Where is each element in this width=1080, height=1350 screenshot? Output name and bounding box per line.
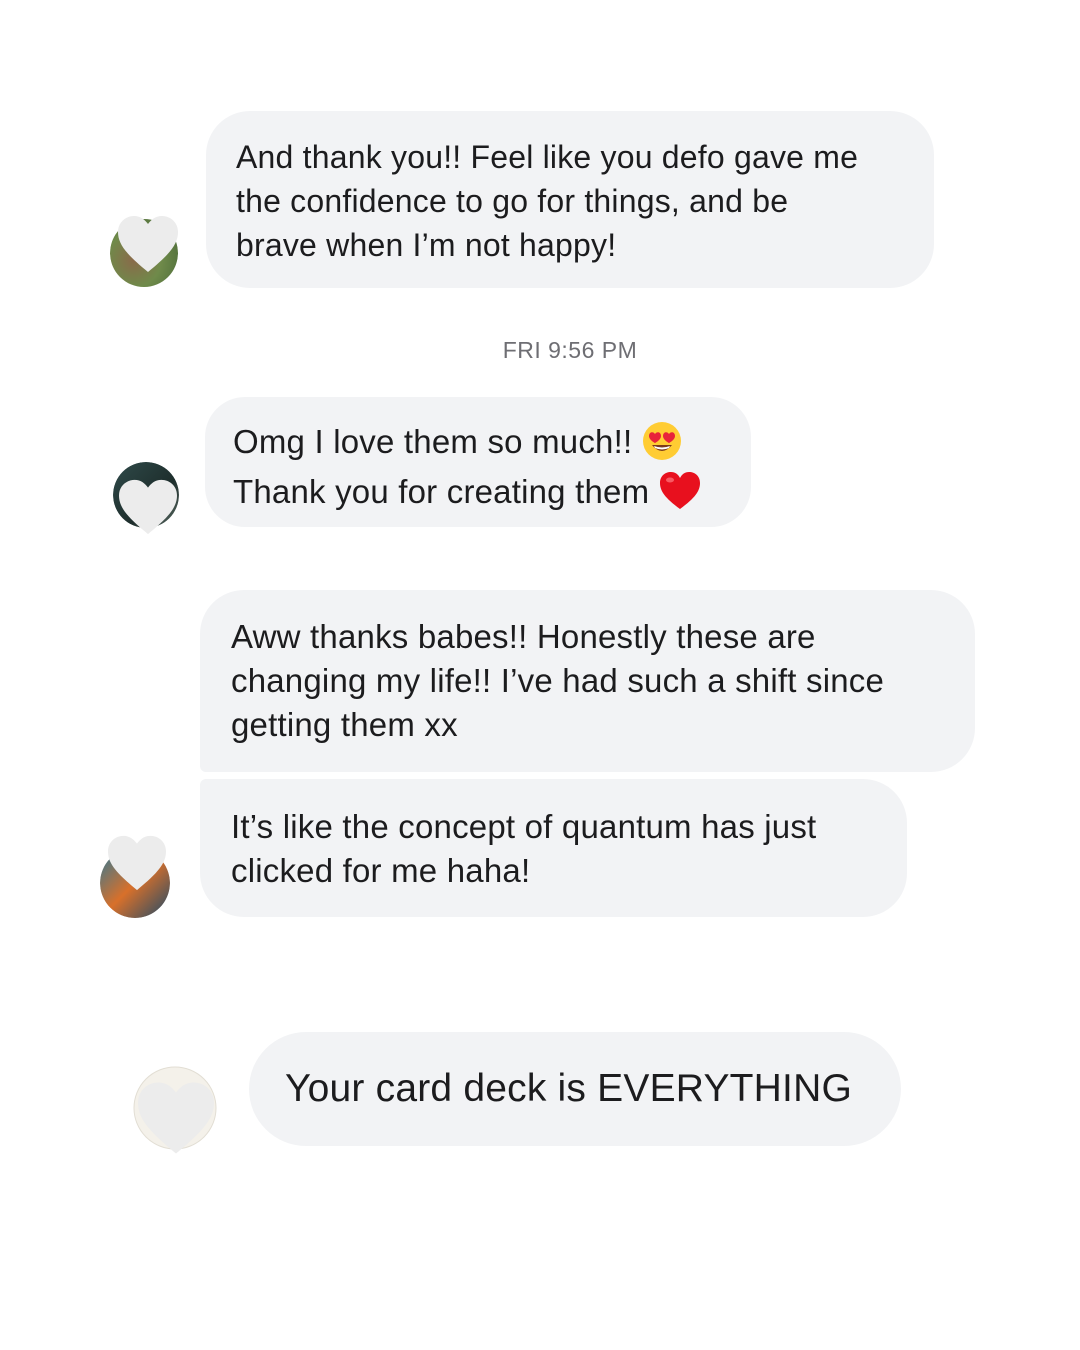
message-text: Thank you for creating them xyxy=(233,473,650,510)
message-text-line: And thank you!! Feel like you defo gave … xyxy=(236,139,859,175)
message-text-line: changing my life!! I’ve had such a shift… xyxy=(231,662,885,699)
message-text-line: the confidence to go for things, and be xyxy=(236,183,789,219)
timestamp: FRI 9:56 PM xyxy=(502,337,638,363)
message-text-line: Aww thanks babes!! Honestly these are xyxy=(231,618,816,655)
message-text-line: clicked for me haha! xyxy=(231,852,531,889)
message-bubble[interactable]: Your card deck is EVERYTHING xyxy=(249,1032,901,1146)
message-bubble[interactable]: Omg I love them so much!! Thank you for … xyxy=(205,397,751,527)
heart-eyes-emoji xyxy=(643,422,682,461)
message-text-line: brave when I’m not happy! xyxy=(236,227,617,263)
message-bubble[interactable]: It’s like the concept of quantum has jus… xyxy=(200,779,907,917)
message-text-line: getting them xx xyxy=(231,706,458,743)
red-heart-emoji xyxy=(660,472,701,510)
message-bubble[interactable]: Aww thanks babes!! Honestly these are ch… xyxy=(200,590,975,772)
message-text-line: It’s like the concept of quantum has jus… xyxy=(231,808,817,845)
heart-icon xyxy=(118,216,178,272)
heart-icon xyxy=(108,835,166,891)
message-text: Omg I love them so much!! xyxy=(233,423,633,460)
message-text-line: Your card deck is EVERYTHING xyxy=(285,1067,852,1110)
heart-icon xyxy=(138,1082,214,1154)
heart-icon xyxy=(119,479,177,535)
message-text-line: Omg I love them so much!! xyxy=(233,417,751,467)
message-bubble[interactable]: And thank you!! Feel like you defo gave … xyxy=(206,111,934,288)
message-text-line: Thank you for creating them xyxy=(233,467,751,517)
